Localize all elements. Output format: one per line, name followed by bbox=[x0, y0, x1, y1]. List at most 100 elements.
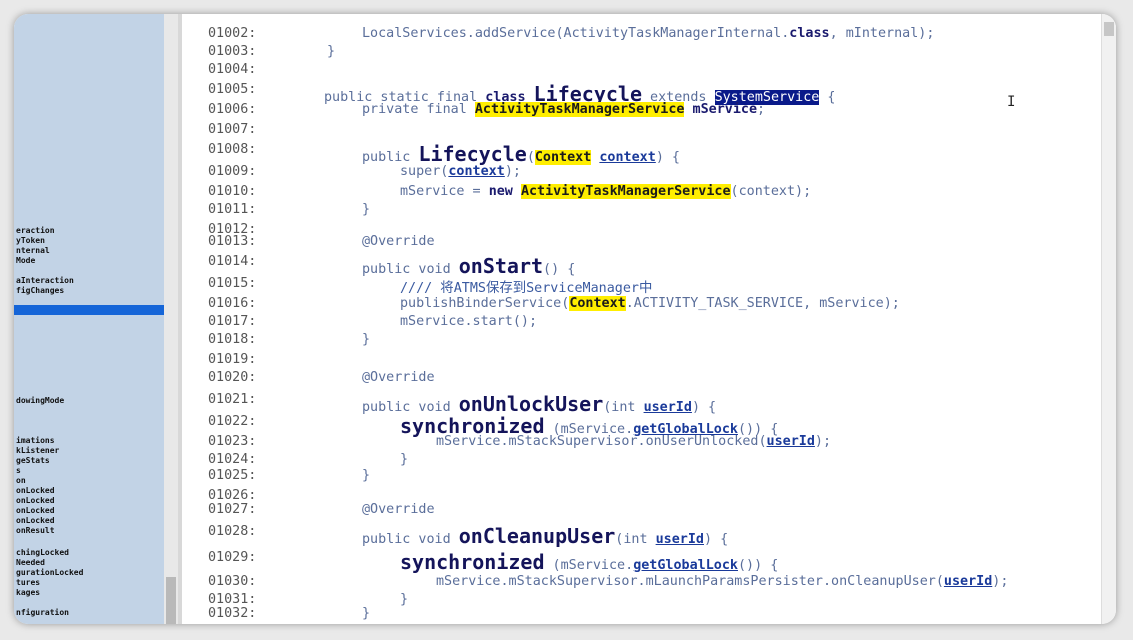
code-token: ()) { bbox=[738, 558, 779, 573]
outline-item[interactable]: s bbox=[16, 466, 21, 476]
outline-item[interactable]: dowingMode bbox=[16, 396, 64, 406]
code-text: } bbox=[362, 202, 370, 217]
code-token: synchronized bbox=[400, 550, 545, 574]
code-token: (mService. bbox=[544, 558, 634, 573]
outline-item[interactable]: kages bbox=[16, 588, 40, 598]
code-editor[interactable]: 01002: LocalServices.addService(ActivityT… bbox=[182, 14, 1102, 624]
code-token: private final bbox=[362, 102, 475, 117]
line-number: 01028: bbox=[208, 524, 257, 539]
outline-item[interactable]: Needed bbox=[16, 558, 45, 568]
outline-item[interactable]: tures bbox=[16, 578, 40, 588]
outline-scrollbar[interactable] bbox=[164, 14, 179, 624]
code-text: @Override bbox=[362, 370, 435, 385]
code-token: } bbox=[362, 606, 371, 621]
outline-item[interactable]: onResult bbox=[16, 526, 55, 536]
outline-item[interactable]: onLocked bbox=[16, 486, 55, 496]
code-text: private final ActivityTaskManagerService… bbox=[362, 102, 765, 117]
line-number: 01008: bbox=[208, 142, 257, 157]
code-token: context bbox=[448, 164, 505, 179]
code-token: } bbox=[327, 44, 336, 59]
outline-item[interactable]: gurationLocked bbox=[16, 568, 83, 578]
outline-item[interactable]: onLocked bbox=[16, 506, 55, 516]
code-text: } bbox=[327, 44, 335, 59]
code-token: userId bbox=[655, 532, 704, 547]
code-token: new bbox=[488, 184, 513, 199]
code-token: public void bbox=[362, 262, 459, 277]
code-token: class bbox=[789, 26, 830, 41]
line-number: 01024: bbox=[208, 452, 257, 467]
line-number: 01013: bbox=[208, 234, 257, 249]
line-number: 01019: bbox=[208, 352, 257, 367]
code-token: } bbox=[362, 202, 371, 217]
code-token: userId bbox=[766, 434, 815, 449]
code-token: } bbox=[400, 592, 409, 607]
outline-item[interactable]: nternal bbox=[16, 246, 50, 256]
outline-item[interactable]: on bbox=[16, 476, 26, 486]
outline-item[interactable]: imations bbox=[16, 436, 55, 446]
code-text: } bbox=[400, 452, 408, 467]
line-number: 01005: bbox=[208, 82, 257, 97]
code-token: } bbox=[362, 332, 371, 347]
code-text: LocalServices.addService(ActivityTaskMan… bbox=[362, 26, 934, 41]
outline-item[interactable]: Mode bbox=[16, 256, 35, 266]
code-token: { bbox=[819, 90, 836, 105]
code-token: ( bbox=[526, 150, 535, 165]
editor-scrollbar[interactable] bbox=[1101, 14, 1116, 624]
code-token: Context bbox=[569, 296, 626, 311]
code-text: super(context); bbox=[400, 164, 521, 179]
line-number: 01016: bbox=[208, 296, 257, 311]
outline-item[interactable]: eraction bbox=[16, 226, 55, 236]
line-number: 01003: bbox=[208, 44, 257, 59]
line-number: 01030: bbox=[208, 574, 257, 589]
code-token: ) { bbox=[691, 400, 717, 415]
code-token: LocalServices.addService(ActivityTaskMan… bbox=[362, 26, 790, 41]
line-number: 01022: bbox=[208, 414, 257, 429]
outline-item[interactable]: onLocked bbox=[16, 516, 55, 526]
code-token: (int bbox=[603, 400, 644, 415]
code-text: public Lifecycle(Context context) { bbox=[362, 142, 680, 166]
outline-item[interactable]: chingLocked bbox=[16, 548, 69, 558]
outline-item[interactable]: onLocked bbox=[16, 496, 55, 506]
line-number: 01010: bbox=[208, 184, 257, 199]
outline-item[interactable]: yToken bbox=[16, 236, 45, 246]
code-token: Context bbox=[534, 150, 592, 165]
code-token: ) { bbox=[703, 532, 729, 547]
outline-item[interactable]: figChanges bbox=[16, 286, 64, 296]
code-token: public void bbox=[362, 532, 459, 547]
code-text: @Override bbox=[362, 234, 435, 249]
code-text: //// 将ATMS保存到ServiceManager中 bbox=[400, 276, 652, 296]
line-number: 01027: bbox=[208, 502, 257, 517]
code-token: onCleanupUser bbox=[458, 524, 616, 548]
code-text: synchronized (mService.getGlobalLock()) … bbox=[400, 550, 778, 574]
outline-item[interactable]: nfiguration bbox=[16, 608, 69, 618]
code-text: public void onCleanupUser(int userId) { bbox=[362, 524, 728, 548]
line-number: 01009: bbox=[208, 164, 257, 179]
code-token: getGlobalLock bbox=[633, 558, 738, 573]
symbol-outline-panel: eraction yToken nternal Mode aInteraction fig… bbox=[14, 14, 165, 624]
code-token: mService = bbox=[400, 184, 489, 199]
code-text: mService.start(); bbox=[400, 314, 537, 329]
code-token: ActivityTaskManagerService bbox=[474, 102, 685, 117]
selected-outline-item[interactable] bbox=[14, 305, 164, 315]
screenshot-frame: eraction yToken nternal Mode aInteraction fig… bbox=[14, 14, 1116, 624]
outline-item[interactable]: aInteraction bbox=[16, 276, 74, 286]
editor-scroll-thumb[interactable] bbox=[1104, 22, 1114, 36]
code-token: userId bbox=[943, 574, 993, 589]
line-number: 01029: bbox=[208, 550, 257, 565]
line-number: 01007: bbox=[208, 122, 257, 137]
code-text: } bbox=[400, 592, 408, 607]
code-token: ActivityTaskManagerService bbox=[520, 184, 731, 199]
outline-item[interactable]: kListener bbox=[16, 446, 59, 456]
code-token: onUnlockUser bbox=[458, 392, 604, 416]
line-number: 01011: bbox=[208, 202, 257, 217]
outline-scroll-thumb[interactable] bbox=[166, 577, 176, 624]
code-text: } bbox=[362, 468, 370, 483]
line-number: 01031: bbox=[208, 592, 257, 607]
code-token: ) { bbox=[655, 150, 680, 165]
code-token: mService.start(); bbox=[400, 314, 538, 329]
code-token: onStart bbox=[458, 254, 544, 278]
code-token: super( bbox=[400, 164, 449, 179]
outline-item[interactable]: geStats bbox=[16, 456, 50, 466]
